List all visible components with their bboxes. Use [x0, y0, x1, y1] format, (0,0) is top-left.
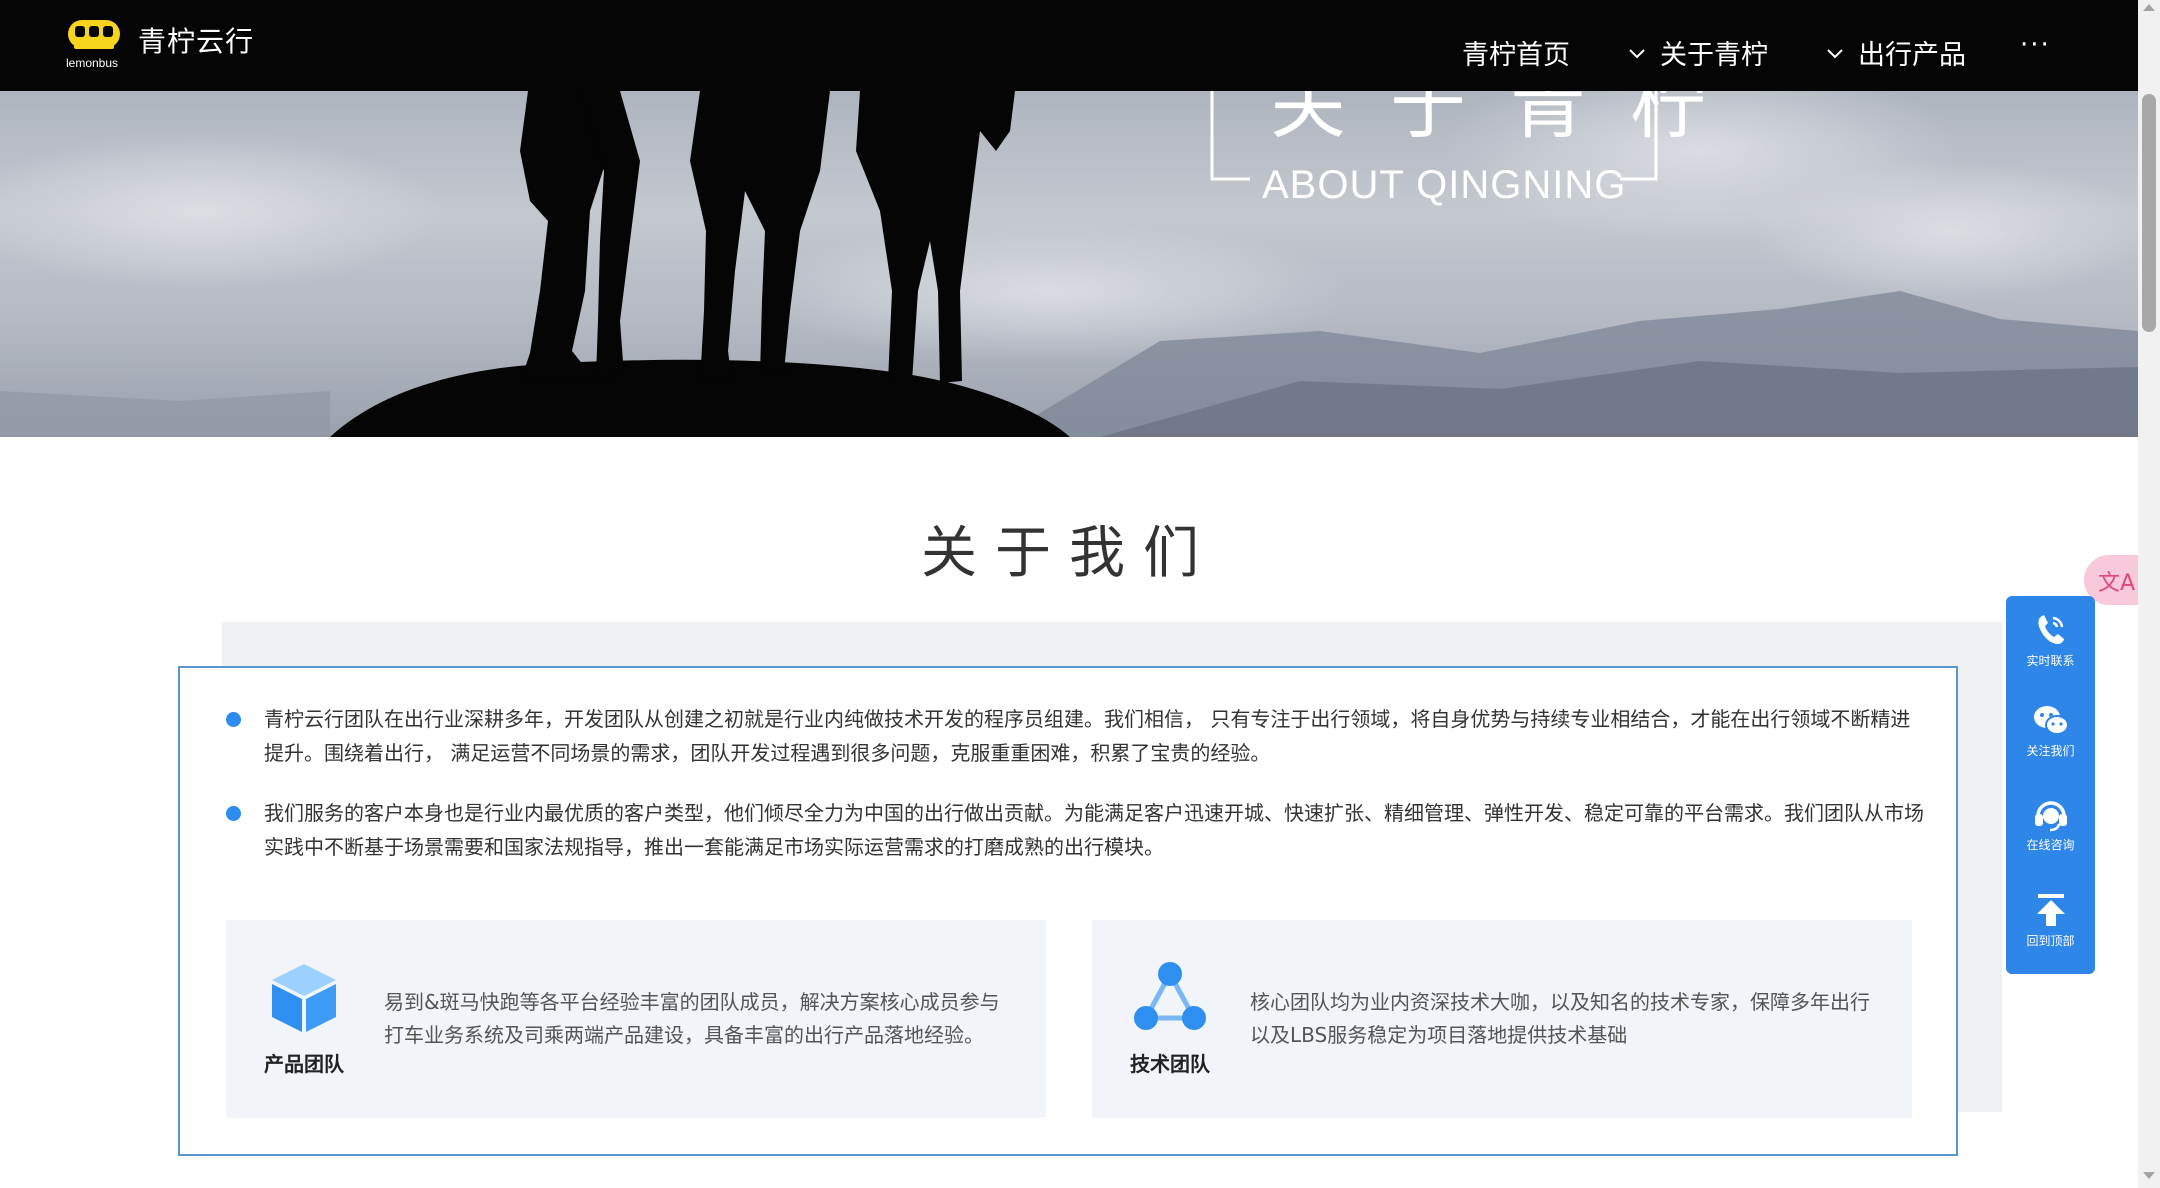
realtime-contact-button[interactable]: 实时联系: [2006, 612, 2095, 669]
brand-name[interactable]: 青柠云行: [138, 20, 254, 60]
logo-subtitle: lemonbus: [66, 56, 119, 70]
scroll-up-arrow-icon[interactable]: [2143, 4, 2155, 11]
bullet-icon: [226, 712, 241, 727]
top-navbar: lemonbus 青柠云行 青柠首页 关于青柠 出行产品 ···: [0, 0, 2138, 91]
nav-products-dropdown[interactable]: 出行产品: [1824, 33, 1966, 72]
scrollbar-thumb[interactable]: [2142, 94, 2156, 332]
back-to-top-label: 回到顶部: [2026, 934, 2075, 948]
network-icon: [1134, 962, 1206, 1030]
tech-team-label: 技术团队: [1130, 1052, 1210, 1076]
about-paragraph: 青柠云行团队在出行业深耕多年，开发团队从创建之初就是行业内纯做技术开发的程序员组…: [226, 702, 1924, 770]
floating-contact-panel: 实时联系 关注我们 在线咨询 回到顶部: [2006, 596, 2095, 974]
chevron-down-icon: [1629, 48, 1645, 58]
tech-team-card: 技术团队 核心团队均为业内资深技术大咖，以及知名的技术专家，保障多年出行以及LB…: [1092, 920, 1912, 1118]
follow-us-button[interactable]: 关注我们: [2006, 704, 2095, 759]
headset-icon: [2034, 801, 2067, 832]
about-content-box: 青柠云行团队在出行业深耕多年，开发团队从创建之初就是行业内纯做技术开发的程序员组…: [178, 666, 1958, 1156]
lemonbus-logo-icon[interactable]: [66, 16, 122, 60]
tech-team-text: 核心团队均为业内资深技术大咖，以及知名的技术专家，保障多年出行以及LBS服务稳定…: [1250, 990, 1870, 1047]
wechat-icon: [2033, 706, 2069, 735]
product-team-card: 产品团队 易到&斑马快跑等各平台经验丰富的团队成员，解决方案核心成员参与打车业务…: [226, 920, 1046, 1118]
scroll-down-arrow-icon[interactable]: [2143, 1172, 2155, 1179]
back-to-top-button[interactable]: 回到顶部: [2006, 892, 2095, 949]
nav-more-button[interactable]: ···: [2020, 30, 2051, 60]
vertical-scrollbar[interactable]: [2138, 0, 2160, 1188]
nav-home-link[interactable]: 青柠首页: [1462, 33, 1570, 72]
about-paragraph: 我们服务的客户本身也是行业内最优质的客户类型，他们倾尽全力为中国的出行做出贡献。…: [226, 796, 1924, 864]
paragraph-text: 我们服务的客户本身也是行业内最优质的客户类型，他们倾尽全力为中国的出行做出贡献。…: [264, 801, 1924, 859]
nav-home-label: 青柠首页: [1462, 40, 1570, 71]
online-consult-label: 在线咨询: [2026, 838, 2075, 852]
hero-image: [0, 91, 2138, 437]
product-team-text: 易到&斑马快跑等各平台经验丰富的团队成员，解决方案核心成员参与打车业务系统及司乘…: [384, 990, 1000, 1047]
nav-about-label: 关于青柠: [1660, 40, 1768, 71]
page: 关于青柠 ABOUT QINGNING lemonbus 青柠云行 青柠首页 关…: [0, 0, 2138, 1188]
paragraph-text: 青柠云行团队在出行业深耕多年，开发团队从创建之初就是行业内纯做技术开发的程序员组…: [264, 707, 1911, 765]
hero-title-cn: 关于青柠: [1270, 91, 1750, 149]
cube-icon: [272, 964, 336, 1032]
online-consult-button[interactable]: 在线咨询: [2006, 796, 2095, 853]
arrow-up-icon: [2036, 894, 2065, 926]
realtime-contact-label: 实时联系: [2026, 654, 2075, 668]
follow-us-label: 关注我们: [2026, 744, 2075, 758]
bullet-icon: [226, 806, 241, 821]
product-team-label: 产品团队: [264, 1052, 344, 1076]
hero-title-en: ABOUT QINGNING: [1262, 163, 1627, 207]
nav-about-dropdown[interactable]: 关于青柠: [1626, 33, 1768, 72]
phone-icon: [2037, 615, 2064, 644]
section-title: 关于我们: [921, 521, 1217, 586]
chevron-down-icon: [1827, 48, 1843, 58]
hero-banner: 关于青柠 ABOUT QINGNING: [0, 91, 2138, 437]
nav-products-label: 出行产品: [1858, 40, 1966, 71]
